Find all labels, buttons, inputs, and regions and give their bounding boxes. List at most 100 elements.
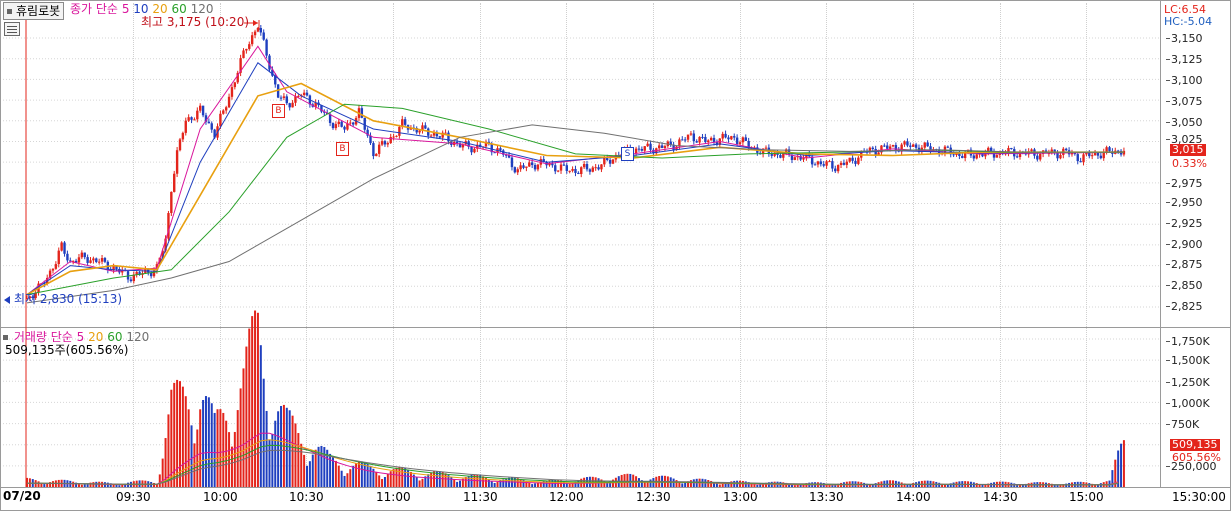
volume-bar — [349, 469, 352, 487]
candle-body — [582, 163, 586, 168]
candle-body — [975, 154, 978, 159]
candle-body — [1039, 154, 1042, 160]
candle-body — [63, 242, 66, 254]
volume-legend-icon — [3, 335, 8, 340]
volume-bar — [184, 396, 187, 487]
hc-label: HC:-5.04 — [1164, 15, 1213, 28]
candle-body — [851, 157, 854, 161]
vol-ma60-legend: 60 — [107, 330, 123, 344]
candle-body — [77, 257, 81, 263]
candle-body — [528, 162, 531, 167]
volume-bar — [300, 443, 303, 487]
volume-bar — [496, 482, 499, 487]
volume-bar — [975, 483, 978, 487]
volume-bar — [190, 425, 193, 487]
volume-bar — [545, 480, 548, 487]
stock-name: 휴림로봇 — [16, 4, 61, 18]
candle-body — [995, 155, 999, 158]
volume-legend-label: 거래량 단순 — [13, 330, 73, 344]
current-volume-tag: 509,135 — [1170, 438, 1220, 451]
candle-body — [681, 139, 684, 141]
volume-bar — [26, 477, 28, 487]
candle-body — [398, 126, 401, 136]
volume-bar — [386, 473, 389, 487]
ma-10-line — [26, 62, 1124, 296]
candle-body — [1105, 147, 1108, 152]
candle-body — [813, 164, 817, 166]
vol-ma120-legend: 120 — [126, 330, 150, 344]
candle-body — [770, 154, 773, 156]
volume-bar — [1108, 480, 1111, 487]
volume-bar — [51, 481, 54, 487]
volume-bar — [912, 482, 915, 487]
volume-bar — [297, 433, 300, 487]
candle-body — [603, 158, 606, 165]
volume-bar — [626, 473, 629, 487]
candle-body — [828, 161, 831, 163]
candle-body — [175, 150, 179, 174]
volume-bar — [236, 410, 239, 487]
ma-20-line — [26, 82, 1124, 296]
candle-body — [331, 122, 335, 129]
volume-bar — [889, 480, 892, 487]
candle-body — [97, 261, 101, 263]
price-tick: 2,825 — [1166, 300, 1203, 313]
candle-body — [291, 102, 294, 108]
candle-body — [473, 148, 476, 153]
candle-body — [571, 168, 574, 171]
candle-body — [637, 148, 641, 150]
candle-body — [265, 39, 268, 56]
candle-body — [470, 146, 473, 153]
candle-body — [822, 164, 825, 166]
candle-body — [380, 141, 384, 145]
candle-body — [389, 137, 392, 144]
volume-bar — [487, 479, 490, 487]
candle-body — [173, 173, 176, 192]
candle-body — [253, 31, 257, 36]
candle-body — [597, 167, 600, 170]
volume-bar — [1120, 443, 1123, 487]
volume-bar — [1122, 440, 1125, 487]
chart-plot[interactable] — [0, 0, 1231, 511]
candle-body — [857, 157, 860, 164]
candle-body — [972, 155, 976, 159]
candle-body — [554, 165, 557, 172]
volume-bar — [320, 445, 323, 487]
volume-bar — [80, 484, 83, 487]
volume-bar — [311, 454, 314, 487]
candle-body — [536, 164, 540, 170]
price-tick: 3,150 — [1166, 32, 1203, 45]
candle-body — [57, 250, 60, 265]
ma20-legend: 20 — [152, 2, 168, 16]
candle-body — [692, 133, 696, 142]
candle-body — [689, 133, 693, 135]
volume-bar — [943, 484, 946, 487]
time-tick: 11:00 — [376, 490, 411, 504]
candle-body — [877, 152, 880, 155]
candle-body — [946, 146, 950, 148]
volume-bar — [357, 461, 360, 487]
candle-body — [340, 121, 343, 127]
volume-bar — [759, 484, 762, 487]
volume-bar — [254, 310, 257, 487]
candle-body — [559, 164, 563, 171]
chart-menu-button[interactable] — [4, 22, 20, 36]
candle-body — [245, 48, 248, 51]
time-end-label: 15:30:00 — [1172, 490, 1226, 504]
volume-bar — [337, 465, 340, 487]
candle-body — [100, 258, 104, 262]
volume-bar — [251, 316, 254, 487]
price-tick: 2,900 — [1166, 238, 1203, 251]
candle-body — [519, 165, 522, 170]
candle-body — [80, 252, 84, 258]
candle-body — [802, 157, 805, 160]
candle-body — [683, 139, 687, 141]
candle-body — [574, 168, 577, 173]
buy-marker: B — [336, 142, 349, 156]
price-tick: 3,050 — [1166, 116, 1203, 129]
volume-bar — [280, 405, 283, 487]
candle-body — [727, 137, 730, 140]
stock-name-box[interactable]: 휴림로봇 — [3, 2, 65, 20]
volume-bar — [219, 409, 222, 487]
volume-bar — [346, 473, 349, 487]
